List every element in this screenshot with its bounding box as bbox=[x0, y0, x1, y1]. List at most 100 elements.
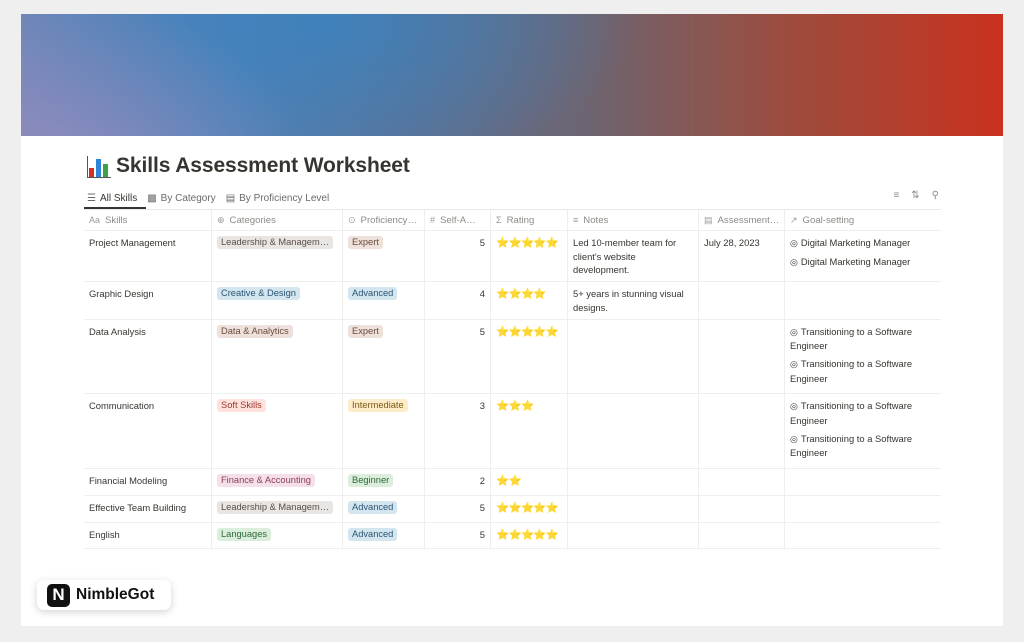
proficiency-cell[interactable]: Beginner bbox=[343, 469, 425, 495]
notes-cell[interactable] bbox=[568, 495, 699, 522]
tab-all-skills[interactable]: ☰ All Skills bbox=[87, 187, 137, 209]
rating-cell[interactable]: ⭐⭐⭐⭐⭐ bbox=[491, 231, 568, 282]
tab-by-proficiency-level[interactable]: ▤ By Proficiency Level bbox=[226, 187, 330, 209]
goal-link[interactable]: ◎ Transitioning to a Software Engineer bbox=[790, 357, 936, 385]
proficiency-tag: Advanced bbox=[348, 287, 398, 301]
proficiency-cell[interactable]: Expert bbox=[343, 319, 425, 394]
goal-cell[interactable] bbox=[785, 496, 941, 522]
assessment-date-cell[interactable] bbox=[699, 495, 785, 522]
rating-stars: ⭐⭐⭐⭐ bbox=[496, 288, 547, 301]
category-cell[interactable]: Leadership & Managem… bbox=[212, 231, 343, 282]
notes-cell[interactable]: Led 10-member team for client's website … bbox=[568, 231, 699, 282]
goal-text: Transitioning to a Software Engineer bbox=[790, 325, 913, 352]
tab-by-category[interactable]: ▩ By Category bbox=[147, 187, 215, 209]
goal-cell[interactable]: ◎ Transitioning to a Software Engineer ◎ Tr… bbox=[785, 320, 941, 394]
column-header[interactable]: ⊙ Proficiency… bbox=[343, 210, 425, 230]
self-assessment-cell[interactable]: 5 bbox=[425, 522, 491, 549]
table-row[interactable]: Effective Team Building Leadership & Mana… bbox=[84, 495, 941, 523]
rating-cell[interactable]: ⭐⭐⭐⭐⭐ bbox=[491, 522, 568, 549]
filter-icon[interactable]: ≡ bbox=[893, 190, 899, 201]
rating-cell[interactable]: ⭐⭐⭐⭐⭐ bbox=[491, 495, 568, 522]
table-row[interactable]: Communication Soft Skills Intermediate 3 ⭐⭐⭐… bbox=[84, 394, 941, 470]
goal-cell[interactable] bbox=[785, 282, 941, 318]
notes-cell[interactable] bbox=[568, 394, 699, 469]
notes-cell[interactable] bbox=[568, 319, 699, 394]
table-row[interactable]: Graphic Design Creative & Design Advanced 4… bbox=[84, 282, 941, 320]
column-header[interactable]: ≡ Notes bbox=[568, 210, 699, 230]
proficiency-cell[interactable]: Advanced bbox=[343, 495, 425, 522]
goal-link[interactable]: ◎ Digital Marketing Manager bbox=[790, 236, 936, 251]
proficiency-cell[interactable]: Intermediate bbox=[343, 394, 425, 469]
goal-cell[interactable] bbox=[785, 523, 941, 549]
self-assessment-cell[interactable]: 5 bbox=[425, 495, 491, 522]
assessment-date-cell[interactable] bbox=[699, 469, 785, 495]
skill-cell[interactable]: Data Analysis bbox=[84, 319, 212, 394]
skill-name: Financial Modeling bbox=[89, 475, 168, 487]
column-label: Self-A… bbox=[440, 214, 476, 226]
self-assessment-cell[interactable]: 3 bbox=[425, 394, 491, 469]
category-cell[interactable]: Creative & Design bbox=[212, 282, 343, 319]
brand-badge[interactable]: N NimbleGot bbox=[37, 580, 171, 610]
goal-link[interactable]: ◎ Transitioning to a Software Engineer bbox=[790, 432, 936, 460]
rating-stars: ⭐⭐⭐⭐⭐ bbox=[496, 237, 559, 249]
rating-cell[interactable]: ⭐⭐ bbox=[491, 469, 568, 495]
goal-cell[interactable]: ◎ Digital Marketing Manager ◎ Digital Marke… bbox=[785, 231, 941, 281]
skill-cell[interactable]: English bbox=[84, 522, 212, 549]
proficiency-tag: Beginner bbox=[348, 474, 394, 488]
proficiency-cell[interactable]: Expert bbox=[343, 231, 425, 282]
table-row[interactable]: English Languages Advanced 5 ⭐⭐⭐⭐⭐ bbox=[84, 522, 941, 550]
column-header[interactable]: ↗ Goal-setting bbox=[785, 210, 941, 230]
column-type-icon: Aa bbox=[89, 215, 101, 225]
self-assessment-cell[interactable]: 5 bbox=[425, 231, 491, 282]
goal-link[interactable]: ◎ Transitioning to a Software Engineer bbox=[790, 325, 936, 353]
column-header[interactable]: Σ Rating bbox=[491, 210, 568, 230]
goal-link[interactable]: ◎ Digital Marketing Manager bbox=[790, 255, 936, 270]
assessment-date-cell[interactable] bbox=[699, 319, 785, 394]
proficiency-cell[interactable]: Advanced bbox=[343, 282, 425, 319]
category-cell[interactable]: Data & Analytics bbox=[212, 319, 343, 394]
rating-stars: ⭐⭐⭐ bbox=[496, 400, 534, 413]
table-row[interactable]: Financial Modeling Finance & Accounting Be… bbox=[84, 469, 941, 496]
self-assessment-cell[interactable]: 5 bbox=[425, 319, 491, 394]
notes-cell[interactable] bbox=[568, 469, 699, 495]
goal-cell[interactable]: ◎ Transitioning to a Software Engineer ◎ Tr… bbox=[785, 394, 941, 468]
assessment-date-cell[interactable]: July 28, 2023 bbox=[699, 231, 785, 282]
rating-cell[interactable]: ⭐⭐⭐⭐ bbox=[491, 282, 568, 319]
notes-cell[interactable]: 5+ years in stunning visual designs. bbox=[568, 282, 699, 319]
skill-cell[interactable]: Communication bbox=[84, 394, 212, 469]
sort-icon[interactable]: ⇅ bbox=[911, 190, 919, 201]
assessment-date-cell[interactable] bbox=[699, 522, 785, 549]
skill-name: Graphic Design bbox=[89, 288, 154, 300]
self-assessment-cell[interactable]: 2 bbox=[425, 469, 491, 495]
category-cell[interactable]: Leadership & Managem… bbox=[212, 495, 343, 522]
self-assessment-cell[interactable]: 4 bbox=[425, 282, 491, 319]
target-icon: ◎ bbox=[790, 401, 798, 412]
skill-cell[interactable]: Graphic Design bbox=[84, 282, 212, 319]
assessment-date-cell[interactable] bbox=[699, 394, 785, 469]
skill-cell[interactable]: Effective Team Building bbox=[84, 495, 212, 522]
notes-cell[interactable] bbox=[568, 522, 699, 549]
column-header[interactable]: ▤ Assessment… bbox=[699, 210, 785, 230]
table-row[interactable]: Data Analysis Data & Analytics Expert 5 ⭐⭐⭐⭐… bbox=[84, 319, 941, 395]
goal-link[interactable]: ◎ Transitioning to a Software Engineer bbox=[790, 399, 936, 427]
rating-cell[interactable]: ⭐⭐⭐ bbox=[491, 394, 568, 469]
search-icon[interactable]: ⚲ bbox=[932, 190, 939, 201]
skill-cell[interactable]: Project Management bbox=[84, 231, 212, 282]
cover-image[interactable] bbox=[21, 14, 1003, 136]
category-cell[interactable]: Languages bbox=[212, 522, 343, 549]
table-row[interactable]: Project Management Leadership & Managem… E… bbox=[84, 231, 941, 283]
column-header[interactable]: ⊕ Categories bbox=[212, 210, 343, 230]
category-cell[interactable]: Finance & Accounting bbox=[212, 469, 343, 495]
goal-cell[interactable] bbox=[785, 469, 941, 495]
proficiency-cell[interactable]: Advanced bbox=[343, 522, 425, 549]
column-header[interactable]: # Self-A… bbox=[425, 210, 491, 230]
skill-cell[interactable]: Financial Modeling bbox=[84, 469, 212, 495]
column-label: Notes bbox=[583, 214, 609, 226]
category-tag: Creative & Design bbox=[217, 287, 300, 301]
assessment-date-cell[interactable] bbox=[699, 282, 785, 319]
notes-text: 5+ years in stunning visual designs. bbox=[573, 288, 684, 313]
category-cell[interactable]: Soft Skills bbox=[212, 394, 343, 469]
rating-cell[interactable]: ⭐⭐⭐⭐⭐ bbox=[491, 319, 568, 394]
goal-text: Transitioning to a Software Engineer bbox=[790, 357, 913, 384]
column-header[interactable]: Aa Skills bbox=[84, 210, 212, 230]
